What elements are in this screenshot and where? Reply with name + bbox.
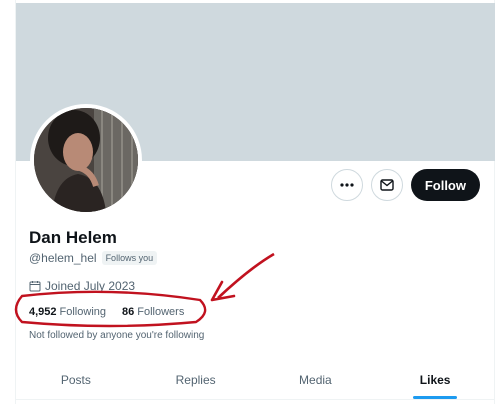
message-button[interactable] [370,169,403,201]
followers-link[interactable]: 86 Followers [122,306,184,318]
more-icon [340,183,354,187]
joined-text: Joined July 2023 [45,279,136,293]
avatar[interactable] [30,104,142,216]
tab-replies[interactable]: Replies [136,360,256,399]
more-button[interactable] [330,169,363,201]
handle-row: @helem_hel Follows you [29,251,158,265]
follow-button[interactable]: Follow [410,169,480,201]
follow-stats: 4,952 Following 86 Followers [29,306,184,318]
not-followed-notice: Not followed by anyone you're following [29,330,205,341]
tab-replies-label: Replies [175,372,216,387]
tab-media[interactable]: Media [256,360,376,399]
display-name: Dan Helem [29,228,117,247]
follows-you-badge: Follows you [101,251,158,265]
tab-posts-label: Posts [60,372,91,387]
profile-actions: Follow [330,169,480,201]
active-tab-indicator [413,396,458,399]
profile-card: Follow Dan Helem @helem_hel Follows you … [15,0,495,404]
following-label: Following [59,306,106,318]
profile-tabs: Posts Replies Media Likes [16,360,495,400]
following-link[interactable]: 4,952 Following [29,306,106,318]
tab-posts[interactable]: Posts [16,360,136,399]
avatar-photo [34,108,138,212]
tab-likes-label: Likes [419,372,451,387]
calendar-icon [29,281,41,292]
followers-label: Followers [137,306,185,318]
handle: @helem_hel [29,251,97,265]
joined-date: Joined July 2023 [29,279,135,293]
followers-count: 86 [122,306,135,318]
following-count: 4,952 [29,306,57,318]
tab-media-label: Media [299,372,332,387]
tab-likes[interactable]: Likes [375,360,495,399]
mail-icon [380,179,394,191]
